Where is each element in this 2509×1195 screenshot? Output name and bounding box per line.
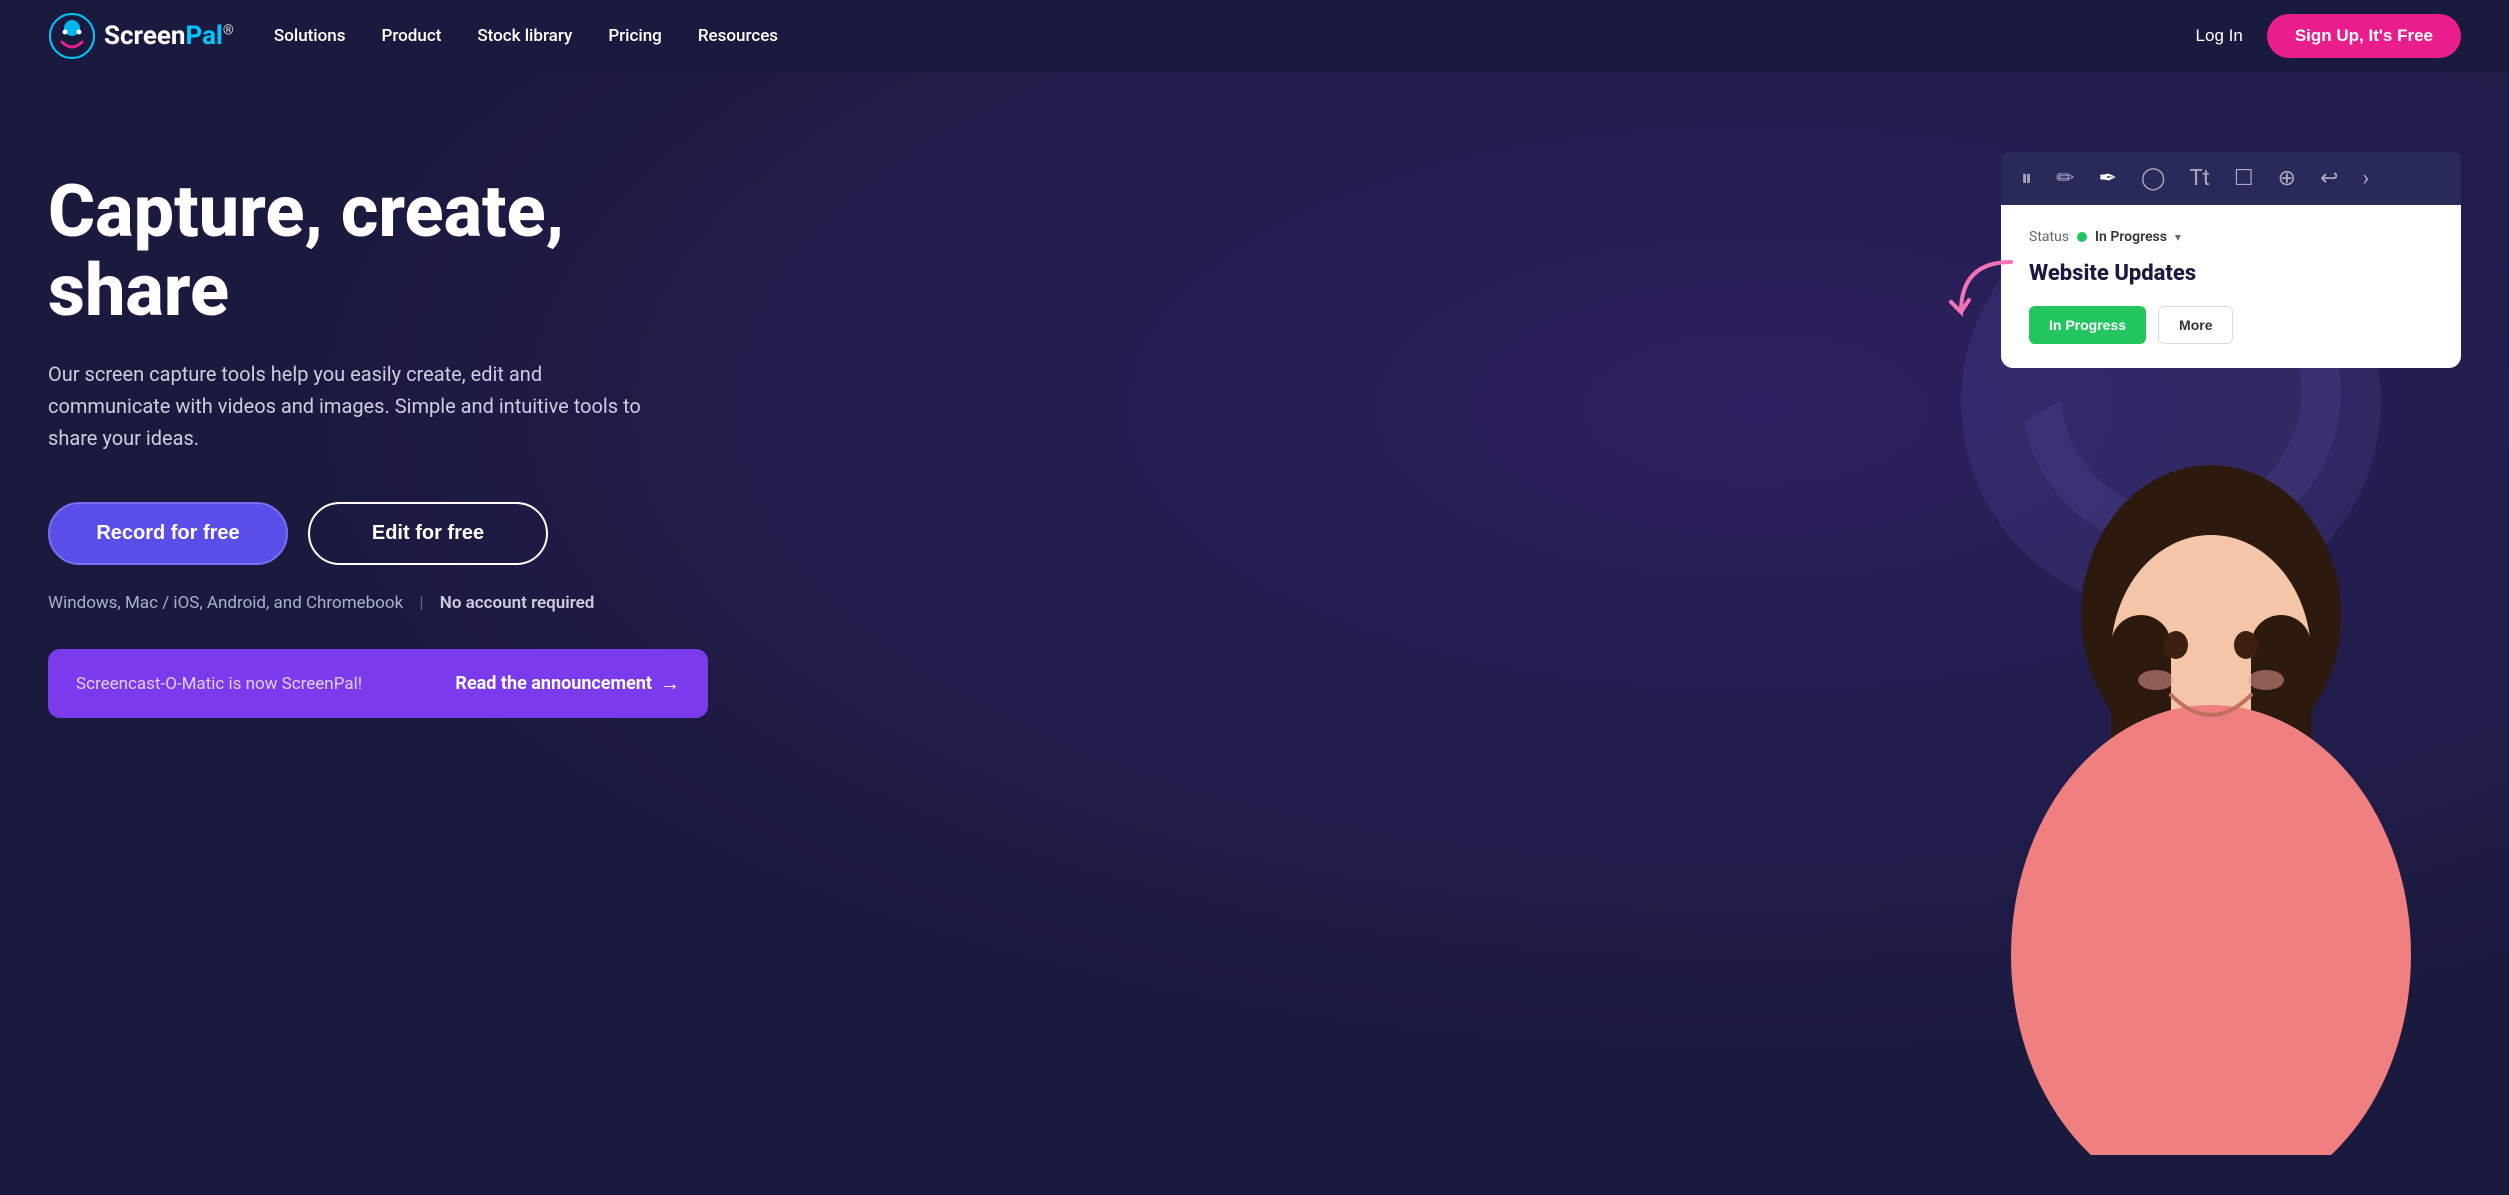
toolbar-pen-icon[interactable]: ✒ (2098, 166, 2116, 191)
toolbar-strip: ⏸ ✏ ✒ ◯ Tt ☐ ⊕ ↩ › (2001, 152, 2461, 205)
hero-left: Capture, create, share Our screen captur… (48, 132, 748, 1155)
login-button[interactable]: Log In (2196, 26, 2243, 46)
toolbar-eraser-icon[interactable]: ◯ (2141, 166, 2166, 191)
card-more-button[interactable]: More (2158, 306, 2233, 344)
announcement-cta-label: Read the announcement (455, 673, 652, 694)
toolbar-text-icon[interactable]: Tt (2190, 166, 2210, 191)
status-dot-indicator (2077, 232, 2087, 242)
platforms-text: Windows, Mac / iOS, Android, and Chromeb… (48, 593, 403, 613)
hero-buttons: Record for free Edit for free (48, 502, 748, 565)
hero-description: Our screen capture tools help you easily… (48, 358, 648, 454)
toolbar-pause-icon[interactable]: ⏸ (2021, 166, 2032, 191)
card-action-buttons: In Progress More (2029, 306, 2433, 344)
pink-arrow-decoration (1941, 252, 2021, 332)
navbar: ScreenPal® Solutions Product Stock libra… (0, 0, 2509, 72)
logo[interactable]: ScreenPal® (48, 12, 234, 60)
card-inprogress-button[interactable]: In Progress (2029, 306, 2146, 344)
record-for-free-button[interactable]: Record for free (48, 502, 288, 565)
ui-mockup: ⏸ ✏ ✒ ◯ Tt ☐ ⊕ ↩ › Status In Progress ▾ … (2001, 152, 2461, 368)
announcement-banner[interactable]: Screencast-O-Matic is now ScreenPal! Rea… (48, 649, 708, 718)
status-chevron-icon[interactable]: ▾ (2175, 230, 2181, 244)
toolbar-undo-icon[interactable]: ↩ (2320, 166, 2338, 191)
separator: | (419, 593, 423, 613)
signup-button[interactable]: Sign Up, It's Free (2267, 14, 2461, 58)
no-account-text: No account required (440, 593, 595, 613)
hero-title: Capture, create, share (48, 172, 748, 330)
hero-subtext: Windows, Mac / iOS, Android, and Chromeb… (48, 593, 748, 613)
nav-links: Solutions Product Stock library Pricing … (274, 26, 2196, 46)
toolbar-pencil-icon[interactable]: ✏ (2056, 166, 2074, 191)
announcement-cta: Read the announcement → (455, 671, 680, 696)
nav-product[interactable]: Product (382, 26, 442, 46)
nav-stock-library[interactable]: Stock library (477, 26, 572, 46)
announcement-arrow-icon: → (660, 671, 680, 696)
hero-right: ⏸ ✏ ✒ ◯ Tt ☐ ⊕ ↩ › Status In Progress ▾ … (748, 132, 2461, 1155)
toolbar-more-icon[interactable]: › (2362, 166, 2369, 191)
hero-section: Capture, create, share Our screen captur… (0, 72, 2509, 1195)
nav-pricing[interactable]: Pricing (608, 26, 662, 46)
toolbar-rect-icon[interactable]: ☐ (2234, 166, 2254, 191)
status-row: Status In Progress ▾ (2029, 229, 2433, 245)
card-mockup: Status In Progress ▾ Website Updates In … (2001, 205, 2461, 368)
status-in-progress-label: In Progress (2095, 229, 2167, 245)
status-text-label: Status (2029, 229, 2069, 245)
nav-solutions[interactable]: Solutions (274, 26, 346, 46)
logo-text: ScreenPal® (104, 21, 234, 51)
announcement-text: Screencast-O-Matic is now ScreenPal! (76, 674, 362, 694)
nav-right: Log In Sign Up, It's Free (2196, 14, 2461, 58)
edit-for-free-button[interactable]: Edit for free (308, 502, 548, 565)
nav-resources[interactable]: Resources (698, 26, 778, 46)
card-title: Website Updates (2029, 261, 2433, 286)
hero-person-image (1961, 455, 2461, 1155)
toolbar-zoom-icon[interactable]: ⊕ (2278, 166, 2296, 191)
